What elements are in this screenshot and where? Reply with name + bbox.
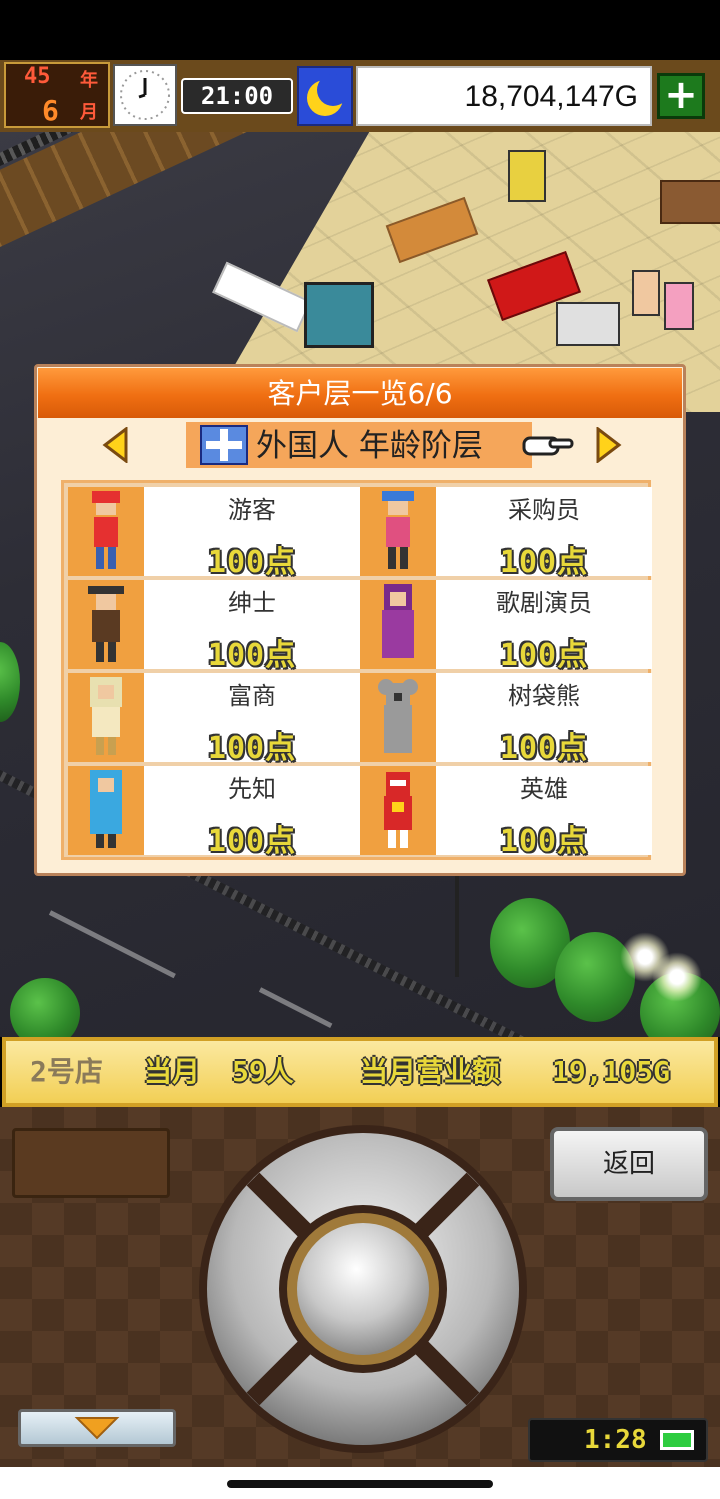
battery-icon — [660, 1430, 694, 1450]
pointing-hand-icon — [520, 430, 574, 460]
customer-points: 100点 — [207, 731, 297, 766]
bunny-customer-sprite — [664, 282, 694, 330]
customer-points: 100点 — [207, 638, 297, 673]
portrait-body — [384, 796, 412, 830]
lamp-post — [455, 867, 459, 977]
customer-group-sprite — [556, 302, 620, 346]
customer-portrait — [360, 580, 436, 669]
month-label: 当月 — [144, 1055, 201, 1088]
category-label: 外国人 年龄阶层 — [256, 428, 483, 464]
next-category-button[interactable] — [596, 427, 622, 463]
dialog-title: 客户层一览6/6 — [38, 368, 682, 418]
customer-name: 歌剧演员 — [496, 589, 592, 617]
prev-category-button[interactable] — [102, 427, 128, 463]
customer-portrait — [68, 487, 144, 576]
customer-points: 100点 — [499, 638, 589, 673]
customer-cell[interactable]: 富商 100点 — [68, 673, 360, 766]
portrait-body — [384, 705, 412, 753]
customer-portrait — [68, 766, 144, 855]
customer-portrait — [360, 487, 436, 576]
customer-points: 100点 — [207, 545, 297, 580]
chevron-down-icon — [74, 1417, 120, 1440]
tree — [10, 978, 80, 1037]
empty-slot — [12, 1128, 170, 1198]
customer-name: 采购员 — [508, 496, 580, 524]
moon-icon — [297, 66, 353, 126]
year-number: 45 — [24, 64, 51, 89]
foreign-category-icon — [200, 425, 248, 465]
device-clock: 1:28 — [584, 1425, 647, 1455]
customer-points: 100点 — [499, 731, 589, 766]
customer-points: 100点 — [499, 545, 589, 580]
tree — [0, 642, 20, 722]
customer-cell[interactable]: 先知 100点 — [68, 766, 360, 859]
sales-label: 当月营业额 — [360, 1055, 501, 1088]
customer-points: 100点 — [499, 824, 589, 859]
money-display: 18,704,147G — [356, 66, 652, 126]
customer-portrait — [360, 673, 436, 762]
customer-cell[interactable]: 采购员 100点 — [360, 487, 652, 580]
dpad-center-button[interactable] — [297, 1223, 429, 1355]
customer-name: 游客 — [228, 496, 276, 524]
add-money-button[interactable]: + — [657, 73, 705, 119]
customer-sprite — [508, 150, 546, 202]
customer-cell[interactable]: 树袋熊 100点 — [360, 673, 652, 766]
customer-name: 先知 — [228, 775, 276, 803]
portrait-hair — [92, 491, 120, 503]
customer-sprite — [632, 270, 660, 316]
portrait-body — [94, 517, 118, 547]
dpad[interactable] — [196, 1122, 530, 1456]
customer-points: 100点 — [207, 824, 297, 859]
sales-amount: 19,105G — [552, 1055, 671, 1088]
aquarium — [304, 282, 374, 348]
road-marking — [258, 987, 333, 1029]
customer-cell[interactable]: 游客 100点 — [68, 487, 360, 580]
portrait-body — [92, 610, 120, 642]
customer-cell[interactable]: 英雄 100点 — [360, 766, 652, 859]
time-display: 21:00 — [181, 78, 293, 114]
road-marking — [48, 910, 176, 979]
customer-portrait — [68, 580, 144, 669]
customer-name: 富商 — [228, 682, 276, 710]
desk — [660, 180, 720, 224]
year-unit: 年 — [80, 70, 98, 91]
customer-cell[interactable]: 绅士 100点 — [68, 580, 360, 673]
shop-label: 2号店 — [30, 1055, 103, 1088]
back-button[interactable]: 返回 — [550, 1127, 708, 1201]
portrait-hair — [382, 491, 414, 501]
month-unit: 月 — [80, 102, 98, 123]
visitor-count: 59人 — [232, 1055, 294, 1088]
date-panel: 45 年 6 月 — [4, 62, 110, 128]
menu-down-button[interactable] — [18, 1409, 176, 1447]
customer-grid: 游客 100点 采购员 100点 绅士 100点 歌剧演员 100点 富商 10… — [61, 480, 652, 860]
clock-icon — [113, 64, 177, 126]
street-lamp — [652, 952, 702, 1002]
customer-portrait — [360, 766, 436, 855]
customer-cell[interactable]: 歌剧演员 100点 — [360, 580, 652, 673]
customer-portrait — [68, 673, 144, 762]
customer-name: 树袋熊 — [508, 682, 580, 710]
portrait-body — [382, 610, 414, 658]
month-number: 6 — [42, 94, 59, 127]
customer-name: 绅士 — [228, 589, 276, 617]
customer-name: 英雄 — [520, 775, 568, 803]
home-indicator[interactable] — [227, 1480, 493, 1488]
